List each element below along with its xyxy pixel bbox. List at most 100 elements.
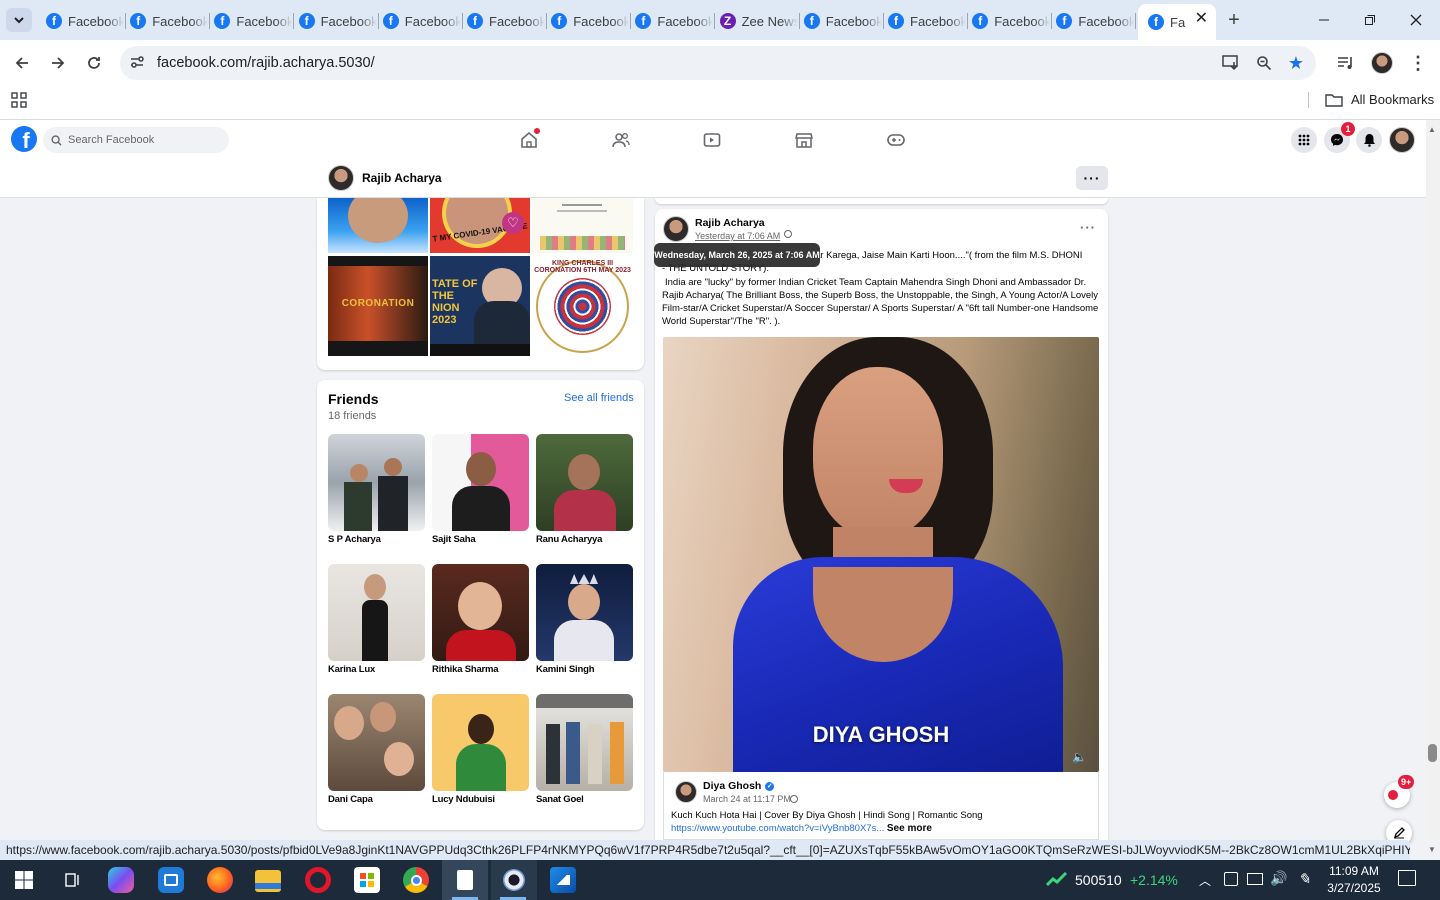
browser-tab[interactable]: f Facebook [382,8,463,34]
ticker-value[interactable]: 500510 [1075,872,1122,888]
account-avatar[interactable] [1389,127,1415,153]
all-bookmarks-button[interactable]: All Bookmarks [1325,92,1434,107]
browser-tab[interactable]: f Facebook [467,8,547,34]
friend-photo[interactable] [328,694,425,791]
photo-thumbnail[interactable] [328,198,428,253]
facebook-logo-icon[interactable]: f [11,126,37,152]
profile-more-button[interactable]: ··· [1076,166,1108,190]
apps-grid-icon[interactable] [11,92,27,111]
friend-name[interactable]: Rithika Sharma [432,664,499,675]
post-author-avatar[interactable] [663,216,689,242]
browser-tab[interactable]: f Facebook [551,8,632,34]
browser-tab[interactable]: f Facebook [888,8,968,34]
back-button[interactable] [10,51,34,75]
browser-profile-avatar[interactable] [1371,52,1393,74]
restore-button[interactable] [1358,8,1382,32]
friends-icon[interactable] [612,131,630,149]
marketplace-icon[interactable] [795,131,813,149]
file-explorer-icon[interactable] [255,870,281,892]
url-text[interactable]: facebook.com/rajib.acharya.5030/ [157,55,375,71]
device-icon[interactable] [1224,872,1238,886]
see-more-link[interactable]: See more [887,823,932,834]
pen-icon[interactable]: ✎ [1298,870,1311,888]
friend-name[interactable]: Lucy Ndubuisi [432,794,495,805]
menu-grid-button[interactable] [1291,127,1317,153]
notifications-button[interactable] [1356,127,1382,153]
media-control-icon[interactable] [1336,53,1356,73]
profile-name[interactable]: Rajib Acharya [362,171,442,185]
browser-tab[interactable]: f Facebook [46,8,126,34]
close-window-button[interactable] [1404,8,1428,32]
shared-author-avatar[interactable] [675,781,697,803]
zoom-icon[interactable] [1254,53,1274,73]
start-button[interactable] [10,866,38,894]
ticker-change[interactable]: +2.14% [1130,872,1178,888]
browser-menu-icon[interactable]: ⋮ [1408,51,1428,75]
scroll-down-arrow-icon[interactable]: ▼ [1428,845,1436,854]
shared-author[interactable]: Diya Ghosh [703,780,761,792]
browser-tab[interactable]: f Facebook [803,8,884,34]
notification-center-icon[interactable] [1398,870,1416,886]
opera-icon[interactable] [305,867,331,893]
tray-chevron-up-icon[interactable]: ︿ [1199,872,1211,889]
photo-thumbnail[interactable] [532,198,633,253]
friend-photo[interactable] [536,434,633,531]
browser-tab[interactable]: Z Zee News [719,8,800,34]
tab-search-button[interactable] [6,8,32,32]
friend-photo[interactable] [432,434,529,531]
photo-thumbnail[interactable]: CORONATION [328,256,428,356]
notepad-app-button[interactable] [442,860,488,900]
browser-tab[interactable]: f Facebook [635,8,716,34]
friend-name[interactable]: Sanat Goel [536,794,584,805]
scroll-up-arrow-icon[interactable]: ▲ [1428,125,1436,134]
post-timestamp[interactable]: Yesterday at 7:06 AM [695,231,780,241]
tab-active[interactable]: f Fa ✕ [1138,4,1216,40]
photo-thumbnail[interactable]: TATE OF THE NION 2023 [430,256,530,356]
volume-muted-icon[interactable]: 🔈 [1072,750,1087,764]
friend-photo[interactable] [328,564,425,661]
site-info-icon[interactable] [128,53,146,71]
see-all-friends-link[interactable]: See all friends [564,392,634,404]
profile-avatar[interactable] [328,165,354,191]
video-icon[interactable] [703,131,721,149]
friend-photo[interactable] [536,694,633,791]
browser-tab[interactable]: f Facebook [214,8,295,34]
new-tab-button[interactable]: + [1222,8,1246,32]
friend-name[interactable]: S P Acharya [328,534,381,545]
friend-name[interactable]: Dani Capa [328,794,373,805]
browser-app-button[interactable] [491,860,537,900]
clock[interactable]: 11:09 AM 3/27/2025 [1322,863,1386,897]
task-view-button[interactable] [58,866,86,894]
store-bag-icon[interactable] [354,867,380,893]
network-icon[interactable] [1247,873,1263,885]
post-video[interactable]: DIYA GHOSH 🔈 [663,337,1099,772]
friend-name[interactable]: Sajit Saha [432,534,476,545]
reload-button[interactable] [82,51,106,75]
friend-photo[interactable] [432,694,529,791]
page-scrollbar[interactable] [1426,120,1440,840]
bookmark-star-icon[interactable]: ★ [1286,53,1306,73]
browser-tab[interactable]: f Facebook [130,8,211,34]
install-app-icon[interactable] [1221,53,1241,73]
close-tab-icon[interactable]: ✕ [1195,8,1208,28]
browser-tab[interactable]: f Facebook [298,8,379,34]
friend-photo[interactable] [432,564,529,661]
friend-photo[interactable] [536,564,633,661]
shared-link[interactable]: https://www.youtube.com/watch?v=iVyBnb80… [671,823,884,834]
ms-store-app-icon[interactable] [158,867,184,893]
photos-icon[interactable] [550,867,576,893]
friend-name[interactable]: Kamini Singh [536,664,595,675]
copilot-icon[interactable] [108,867,134,893]
firefox-icon[interactable] [207,867,233,893]
chrome-icon[interactable] [403,867,429,893]
minimize-button[interactable] [1312,8,1336,32]
shared-date[interactable]: March 24 at 11:17 PM [703,794,791,804]
photo-thumbnail[interactable]: T MY COVID-19 VACCINE ♡ [430,198,530,253]
browser-tab[interactable]: f Facebook [972,8,1053,34]
post-more-icon[interactable]: ··· [1080,220,1096,235]
scrollbar-thumb[interactable] [1428,744,1437,762]
friend-name[interactable]: Karina Lux [328,664,375,675]
friend-photo[interactable] [328,434,425,531]
post-author[interactable]: Rajib Acharya [695,217,765,229]
facebook-search-input[interactable]: Search Facebook [43,127,229,153]
